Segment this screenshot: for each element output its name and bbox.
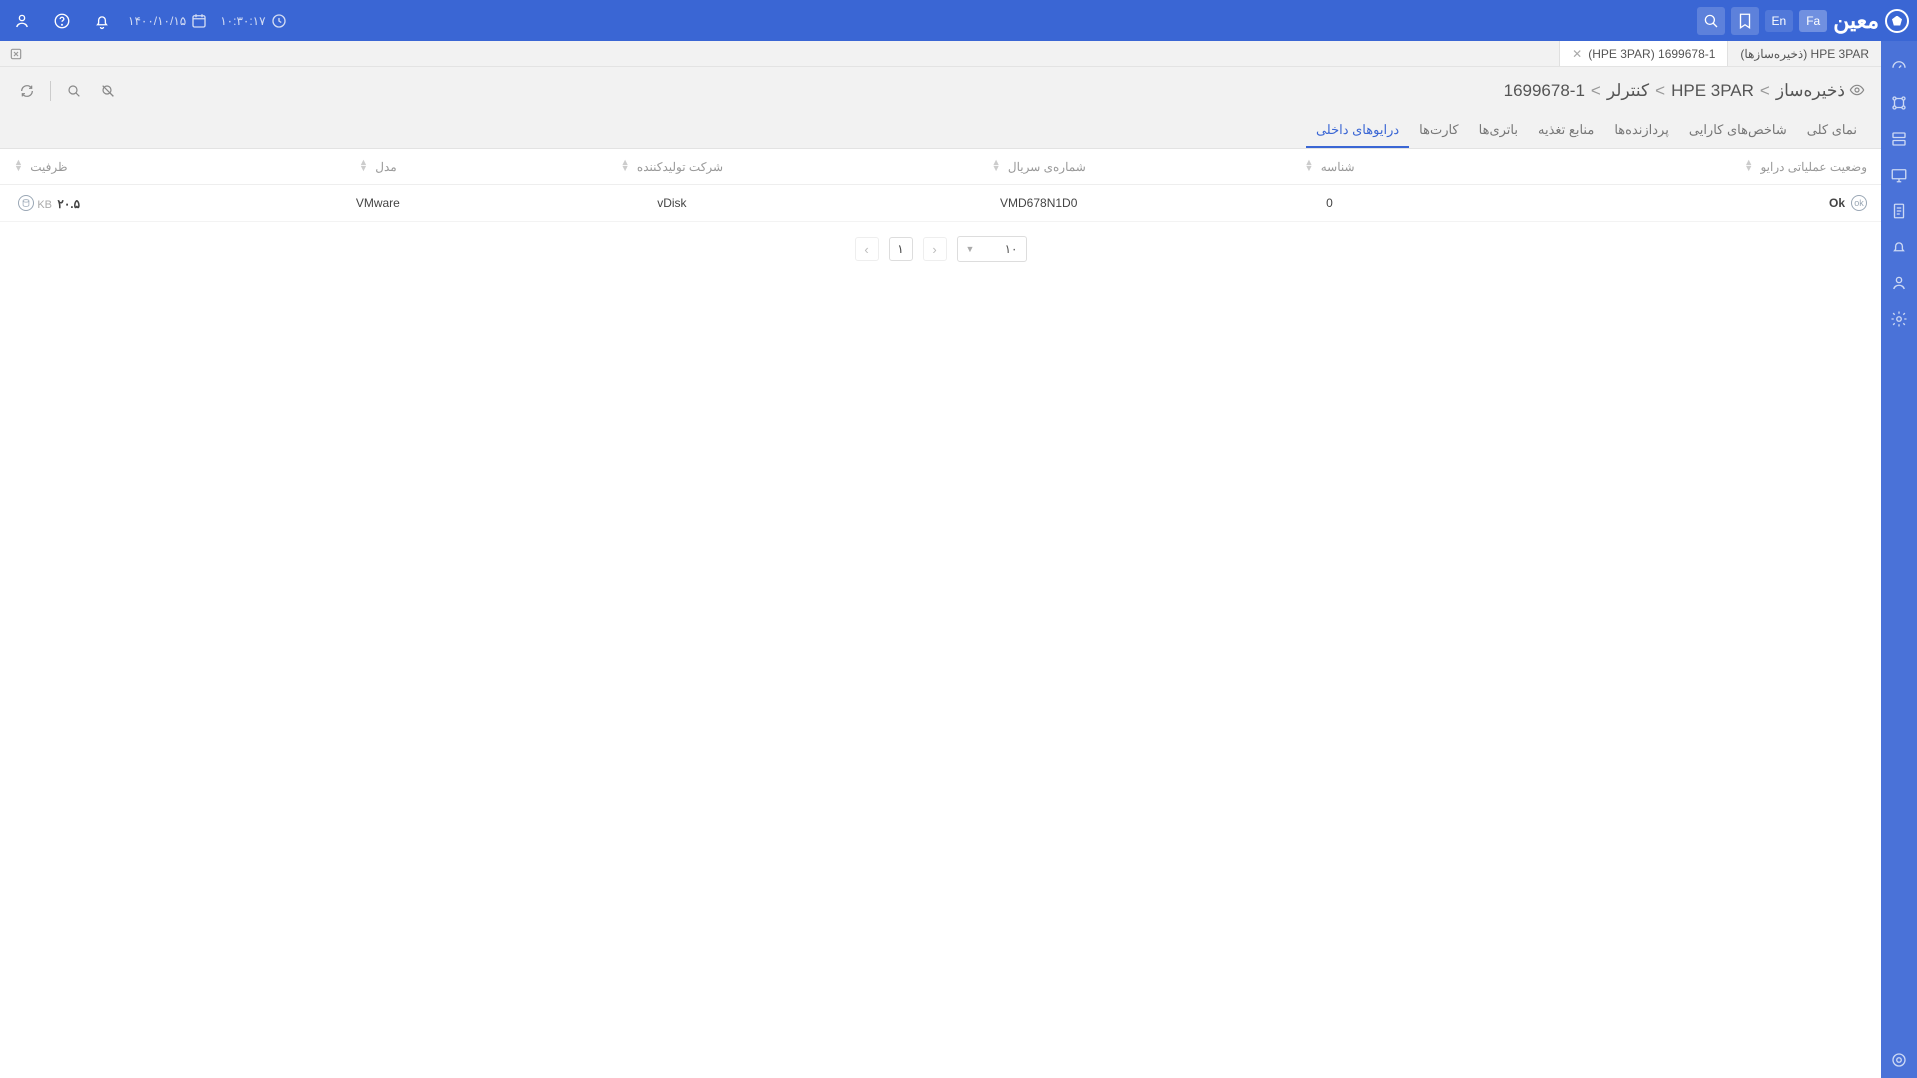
col-status[interactable]: وضعیت عملیاتی درایو ▲▼ [1443,149,1881,185]
tab-label: 1699678-1 (HPE 3PAR) [1588,47,1715,61]
watch-icon[interactable] [1849,82,1865,101]
user-icon[interactable] [8,7,36,35]
chevron-down-icon: ▼ [966,244,975,254]
col-vendor-label: شرکت تولیدکننده [637,160,723,174]
cell-status: ok Ok [1443,185,1881,222]
page-size-value: ۱۰ [1005,242,1018,256]
cell-serial: VMD678N1D0 [861,185,1216,222]
rail-settings-icon[interactable] [1881,301,1917,337]
cell-status-text: Ok [1829,196,1845,210]
rail-topology-icon[interactable] [1881,85,1917,121]
cell-vendor: vDisk [482,185,861,222]
cell-capacity-val: ۲۰.۵ [57,197,80,211]
breadcrumb-part[interactable]: ذخیره‌ساز [1776,81,1845,101]
page-size-select[interactable]: ۱۰ ▼ [957,236,1027,262]
header-date-value: ۱۴۰۰/۱۰/۱۵ [128,14,186,28]
col-capacity-label: ظرفیت [30,160,67,174]
subnav: نمای کلی شاخص‌های کارایی پردازنده‌ها منا… [0,115,1881,149]
rail-servers-icon[interactable] [1881,121,1917,157]
refresh-icon[interactable] [16,80,38,102]
subtab-cpus[interactable]: پردازنده‌ها [1604,114,1679,148]
lang-en-button[interactable]: En [1765,10,1794,32]
header-date: ۱۴۰۰/۱۰/۱۵ [128,12,208,30]
sort-icon: ▲▼ [621,159,630,171]
calendar-icon [190,12,208,30]
tab-label: HPE 3PAR (ذخیره‌سازها) [1740,47,1869,61]
cell-id: 0 [1216,185,1443,222]
cell-capacity: ۲۰.۵ KB [0,185,273,222]
subtab-metrics[interactable]: شاخص‌های کارایی [1679,114,1797,148]
breadcrumb-sep: > [1760,81,1770,101]
breadcrumb-sep: > [1591,81,1601,101]
sort-icon: ▲▼ [1744,159,1753,171]
drives-table: وضعیت عملیاتی درایو ▲▼ شناسه ▲▼ شماره‌ی … [0,149,1881,222]
brand-logo-icon [1885,9,1909,33]
search-table-icon[interactable] [63,80,85,102]
col-vendor[interactable]: شرکت تولیدکننده ▲▼ [482,149,861,185]
rail-dashboard-icon[interactable] [1881,49,1917,85]
sort-icon: ▲▼ [359,159,368,171]
table-row[interactable]: ok Ok 0 VMD678N1D0 vDisk VMware ۲۰.۵ KB [0,185,1881,222]
col-status-label: وضعیت عملیاتی درایو [1760,160,1867,174]
rail-monitor-icon[interactable] [1881,157,1917,193]
rail-admin-icon[interactable] [1881,1042,1917,1078]
col-serial[interactable]: شماره‌ی سریال ▲▼ [861,149,1216,185]
right-rail [1881,41,1917,1078]
col-model-label: مدل [375,160,396,174]
rail-users-icon[interactable] [1881,265,1917,301]
notifications-icon[interactable] [88,7,116,35]
pager-next-button[interactable]: › [855,237,879,261]
cell-capacity-unit: KB [37,199,52,211]
cell-model: VMware [273,185,482,222]
close-all-tabs-icon[interactable] [0,41,32,66]
clock-icon [270,12,288,30]
subtab-overview[interactable]: نمای کلی [1797,114,1867,148]
tab-close-icon[interactable]: ✕ [1572,47,1582,61]
pager-prev-button[interactable]: ‹ [923,237,947,261]
col-id-label: شناسه [1321,160,1355,174]
page-header: ذخیره‌ساز > HPE 3PAR > کنترلر > 1699678-… [0,67,1881,115]
sort-icon: ▲▼ [1304,159,1313,171]
help-icon[interactable] [48,7,76,35]
rail-reports-icon[interactable] [1881,193,1917,229]
table-wrapper: وضعیت عملیاتی درایو ▲▼ شناسه ▲▼ شماره‌ی … [0,149,1881,1078]
tabsbar: HPE 3PAR (ذخیره‌سازها) 1699678-1 (HPE 3P… [0,41,1881,67]
brand-name: معین [1833,8,1879,34]
pager-page-number: ۱ [889,237,913,261]
table-header-row: وضعیت عملیاتی درایو ▲▼ شناسه ▲▼ شماره‌ی … [0,149,1881,185]
disk-icon [18,195,34,211]
subtab-psu[interactable]: منابع تغذیه [1528,114,1604,148]
bookmark-icon[interactable] [1731,7,1759,35]
topnav: معین Fa En ۱۰:۳۰:۱۷ ۱۴۰۰/۱۰/۱۵ [0,0,1917,41]
subtab-cards[interactable]: کارت‌ها [1409,114,1468,148]
col-capacity[interactable]: ظرفیت ▲▼ [0,149,273,185]
subtab-batteries[interactable]: باتری‌ها [1469,114,1528,148]
brand-logo: معین [1833,8,1909,34]
pager: ۱۰ ▼ ‹ ۱ › [0,222,1881,276]
col-model[interactable]: مدل ▲▼ [273,149,482,185]
status-ok-icon: ok [1851,195,1867,211]
rail-alerts-icon[interactable] [1881,229,1917,265]
breadcrumb-sep: > [1655,81,1665,101]
breadcrumb-part[interactable]: HPE 3PAR [1671,81,1754,101]
subtab-internal-drives[interactable]: درایوهای داخلی [1306,114,1409,148]
sort-icon: ▲▼ [14,159,23,171]
lang-fa-button[interactable]: Fa [1799,10,1827,32]
breadcrumb-current: 1699678-1 [1504,81,1585,101]
tab-storage-list[interactable]: HPE 3PAR (ذخیره‌سازها) [1727,41,1881,66]
header-time-value: ۱۰:۳۰:۱۷ [220,14,265,28]
toolbar-divider [50,81,51,101]
filter-off-icon[interactable] [97,80,119,102]
col-serial-label: شماره‌ی سریال [1008,160,1086,174]
sort-icon: ▲▼ [992,159,1001,171]
header-time: ۱۰:۳۰:۱۷ [220,12,287,30]
search-icon[interactable] [1697,7,1725,35]
col-id[interactable]: شناسه ▲▼ [1216,149,1443,185]
tab-controller-detail[interactable]: 1699678-1 (HPE 3PAR) ✕ [1559,41,1727,66]
breadcrumb: ذخیره‌ساز > HPE 3PAR > کنترلر > 1699678-… [1504,81,1845,101]
breadcrumb-part[interactable]: کنترلر [1607,81,1649,101]
